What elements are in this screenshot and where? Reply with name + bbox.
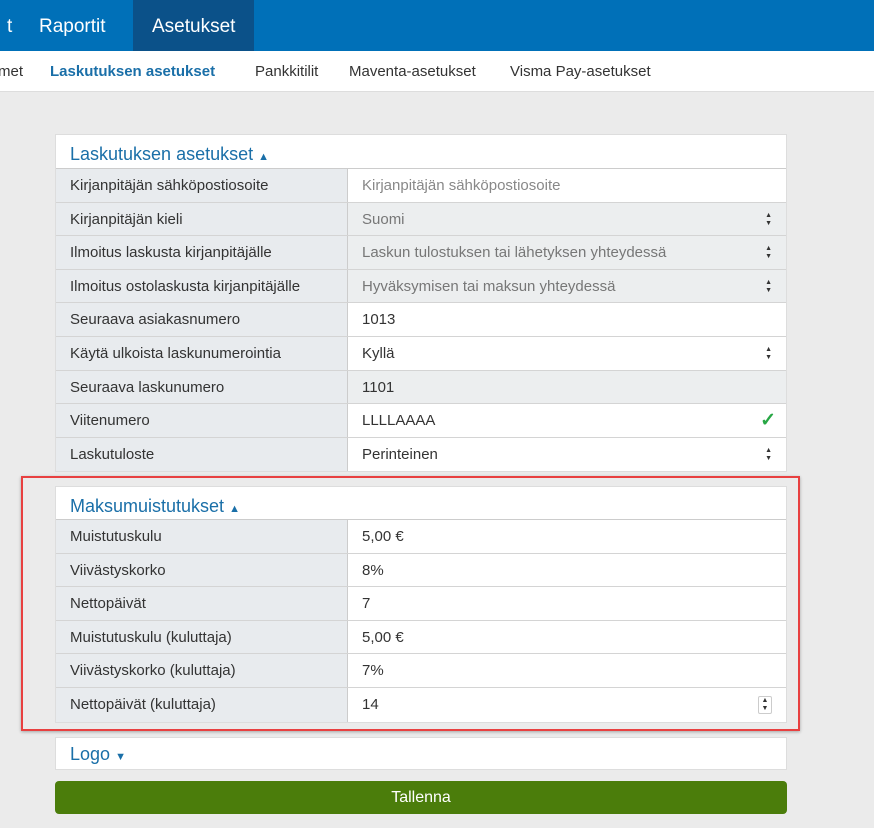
table-row: Ilmoitus laskusta kirjanpitäjälle Laskun … [56, 236, 786, 270]
table-row: Muistutuskulu 5,00 € [56, 520, 786, 554]
subnav-item-maventa[interactable]: Maventa-asetukset [349, 51, 476, 92]
table-row: Nettopäivät (kuluttaja) 14 ▲ ▼ [56, 687, 786, 722]
accountant-email-input[interactable]: Kirjanpitäjän sähköpostiosoite [348, 169, 786, 202]
field-label: Kirjanpitäjän kieli [56, 202, 348, 236]
section-title: Laskutuksen asetukset [70, 144, 254, 164]
table-row: Käytä ulkoista laskunumerointia Kyllä ▲ ▼ [56, 336, 786, 371]
select-arrows-icon: ▲ ▼ [765, 245, 772, 261]
consumer-net-days-input[interactable]: 14 ▲ ▼ [348, 688, 786, 722]
logo-panel: Logo ▼ [55, 737, 787, 770]
billing-settings-header[interactable]: Laskutuksen asetukset ▲ [56, 135, 786, 169]
select-arrows-icon: ▲ ▼ [765, 345, 772, 361]
field-label: Seuraava asiakasnumero [56, 303, 348, 336]
table-row: Seuraava laskunumero 1101 [56, 370, 786, 405]
subnav-item-visma-pay[interactable]: Visma Pay-asetukset [510, 51, 651, 92]
consumer-reminder-fee-input[interactable]: 5,00 € [348, 621, 786, 654]
reminder-fee-input[interactable]: 5,00 € [348, 520, 786, 553]
subnav-item-partial[interactable]: met [0, 51, 23, 92]
field-label: Nettopäivät [56, 587, 348, 620]
table-row: Viitenumero LLLLAAAA ✓ [56, 404, 786, 438]
caret-up-icon: ▲ [229, 503, 240, 515]
select-arrows-icon: ▲ ▼ [765, 278, 772, 294]
number-spinner-icon[interactable]: ▲ ▼ [758, 695, 772, 714]
table-row: Viivästyskorko 8% [56, 553, 786, 588]
save-button[interactable]: Tallenna [55, 781, 787, 814]
interest-input[interactable]: 8% [348, 554, 786, 587]
table-row: Kirjanpitäjän sähköpostiosoite Kirjanpitä… [56, 169, 786, 203]
field-label: Laskutuloste [56, 437, 348, 472]
section-title: Maksumuistutukset [70, 496, 225, 516]
checkmark-icon: ✓ [760, 410, 776, 432]
select-value: Laskun tulostuksen tai lähetyksen yhteyd… [362, 244, 667, 262]
sub-nav: met Laskutuksen asetukset Pankkitilit Ma… [0, 51, 874, 92]
table-row: Nettopäivät 7 [56, 587, 786, 621]
field-label: Kirjanpitäjän sähköpostiosoite [56, 169, 348, 202]
caret-up-icon: ▲ [258, 151, 270, 163]
subnav-item-pankkitilit[interactable]: Pankkitilit [255, 51, 318, 92]
select-arrows-icon: ▲ ▼ [765, 211, 772, 227]
consumer-interest-input[interactable]: 7% [348, 654, 786, 687]
table-row: Viivästyskorko (kuluttaja) 7% [56, 654, 786, 688]
field-label: Seuraava laskunumero [56, 370, 348, 404]
select-value: Suomi [362, 210, 405, 228]
field-label: Viivästyskorko (kuluttaja) [56, 654, 348, 687]
table-row: Ilmoitus ostolaskusta kirjanpitäjälle Hyv… [56, 269, 786, 304]
reference-number-input[interactable]: LLLLAAAA ✓ [348, 404, 786, 437]
select-value: Kyllä [362, 344, 395, 362]
invoice-notification-select[interactable]: Laskun tulostuksen tai lähetyksen yhteyd… [348, 236, 786, 269]
field-label: Ilmoitus ostolaskusta kirjanpitäjälle [56, 269, 348, 303]
nav-item-raportit[interactable]: Raportit [20, 0, 125, 51]
nav-item-asetukset[interactable]: Asetukset [133, 0, 255, 51]
field-label: Nettopäivät (kuluttaja) [56, 687, 348, 722]
input-value: 14 [362, 695, 379, 713]
field-label: Muistutuskulu [56, 520, 348, 553]
field-label: Viivästyskorko [56, 553, 348, 587]
table-row: Kirjanpitäjän kieli Suomi ▲ ▼ [56, 202, 786, 237]
input-value: LLLLAAAA [362, 412, 436, 430]
accountant-language-select[interactable]: Suomi ▲ ▼ [348, 202, 786, 236]
table-row: Muistutuskulu (kuluttaja) 5,00 € [56, 620, 786, 655]
field-label: Muistutuskulu (kuluttaja) [56, 620, 348, 654]
section-title: Logo [70, 744, 111, 764]
top-nav: t Raportit Asetukset [0, 0, 874, 51]
field-label: Viitenumero [56, 404, 348, 437]
subnav-item-laskutuksen-asetukset[interactable]: Laskutuksen asetukset [50, 51, 215, 92]
logo-header[interactable]: Logo ▼ [56, 738, 786, 769]
field-label: Ilmoitus laskusta kirjanpitäjälle [56, 236, 348, 269]
purchase-notification-select[interactable]: Hyväksymisen tai maksun yhteydessä ▲ ▼ [348, 269, 786, 303]
field-label: Käytä ulkoista laskunumerointia [56, 336, 348, 370]
external-numbering-select[interactable]: Kyllä ▲ ▼ [348, 337, 786, 370]
invoice-template-select[interactable]: Perinteinen ▲ ▼ [348, 438, 786, 472]
net-days-input[interactable]: 7 [348, 587, 786, 620]
select-arrows-icon: ▲ ▼ [765, 446, 772, 462]
next-invoice-number: 1101 [348, 370, 786, 404]
next-customer-number-input[interactable]: 1013 [348, 303, 786, 336]
table-row: Laskutuloste Perinteinen ▲ ▼ [56, 437, 786, 472]
select-value: Perinteinen [362, 445, 438, 463]
billing-settings-panel: Laskutuksen asetukset ▲ Kirjanpitäjän sä… [55, 134, 787, 473]
reminders-header[interactable]: Maksumuistutukset ▲ [56, 487, 786, 520]
reminders-panel: Maksumuistutukset ▲ Muistutuskulu 5,00 € … [55, 486, 787, 723]
select-value: Hyväksymisen tai maksun yhteydessä [362, 277, 616, 295]
table-row: Seuraava asiakasnumero 1013 [56, 303, 786, 337]
caret-down-icon: ▼ [115, 751, 126, 763]
